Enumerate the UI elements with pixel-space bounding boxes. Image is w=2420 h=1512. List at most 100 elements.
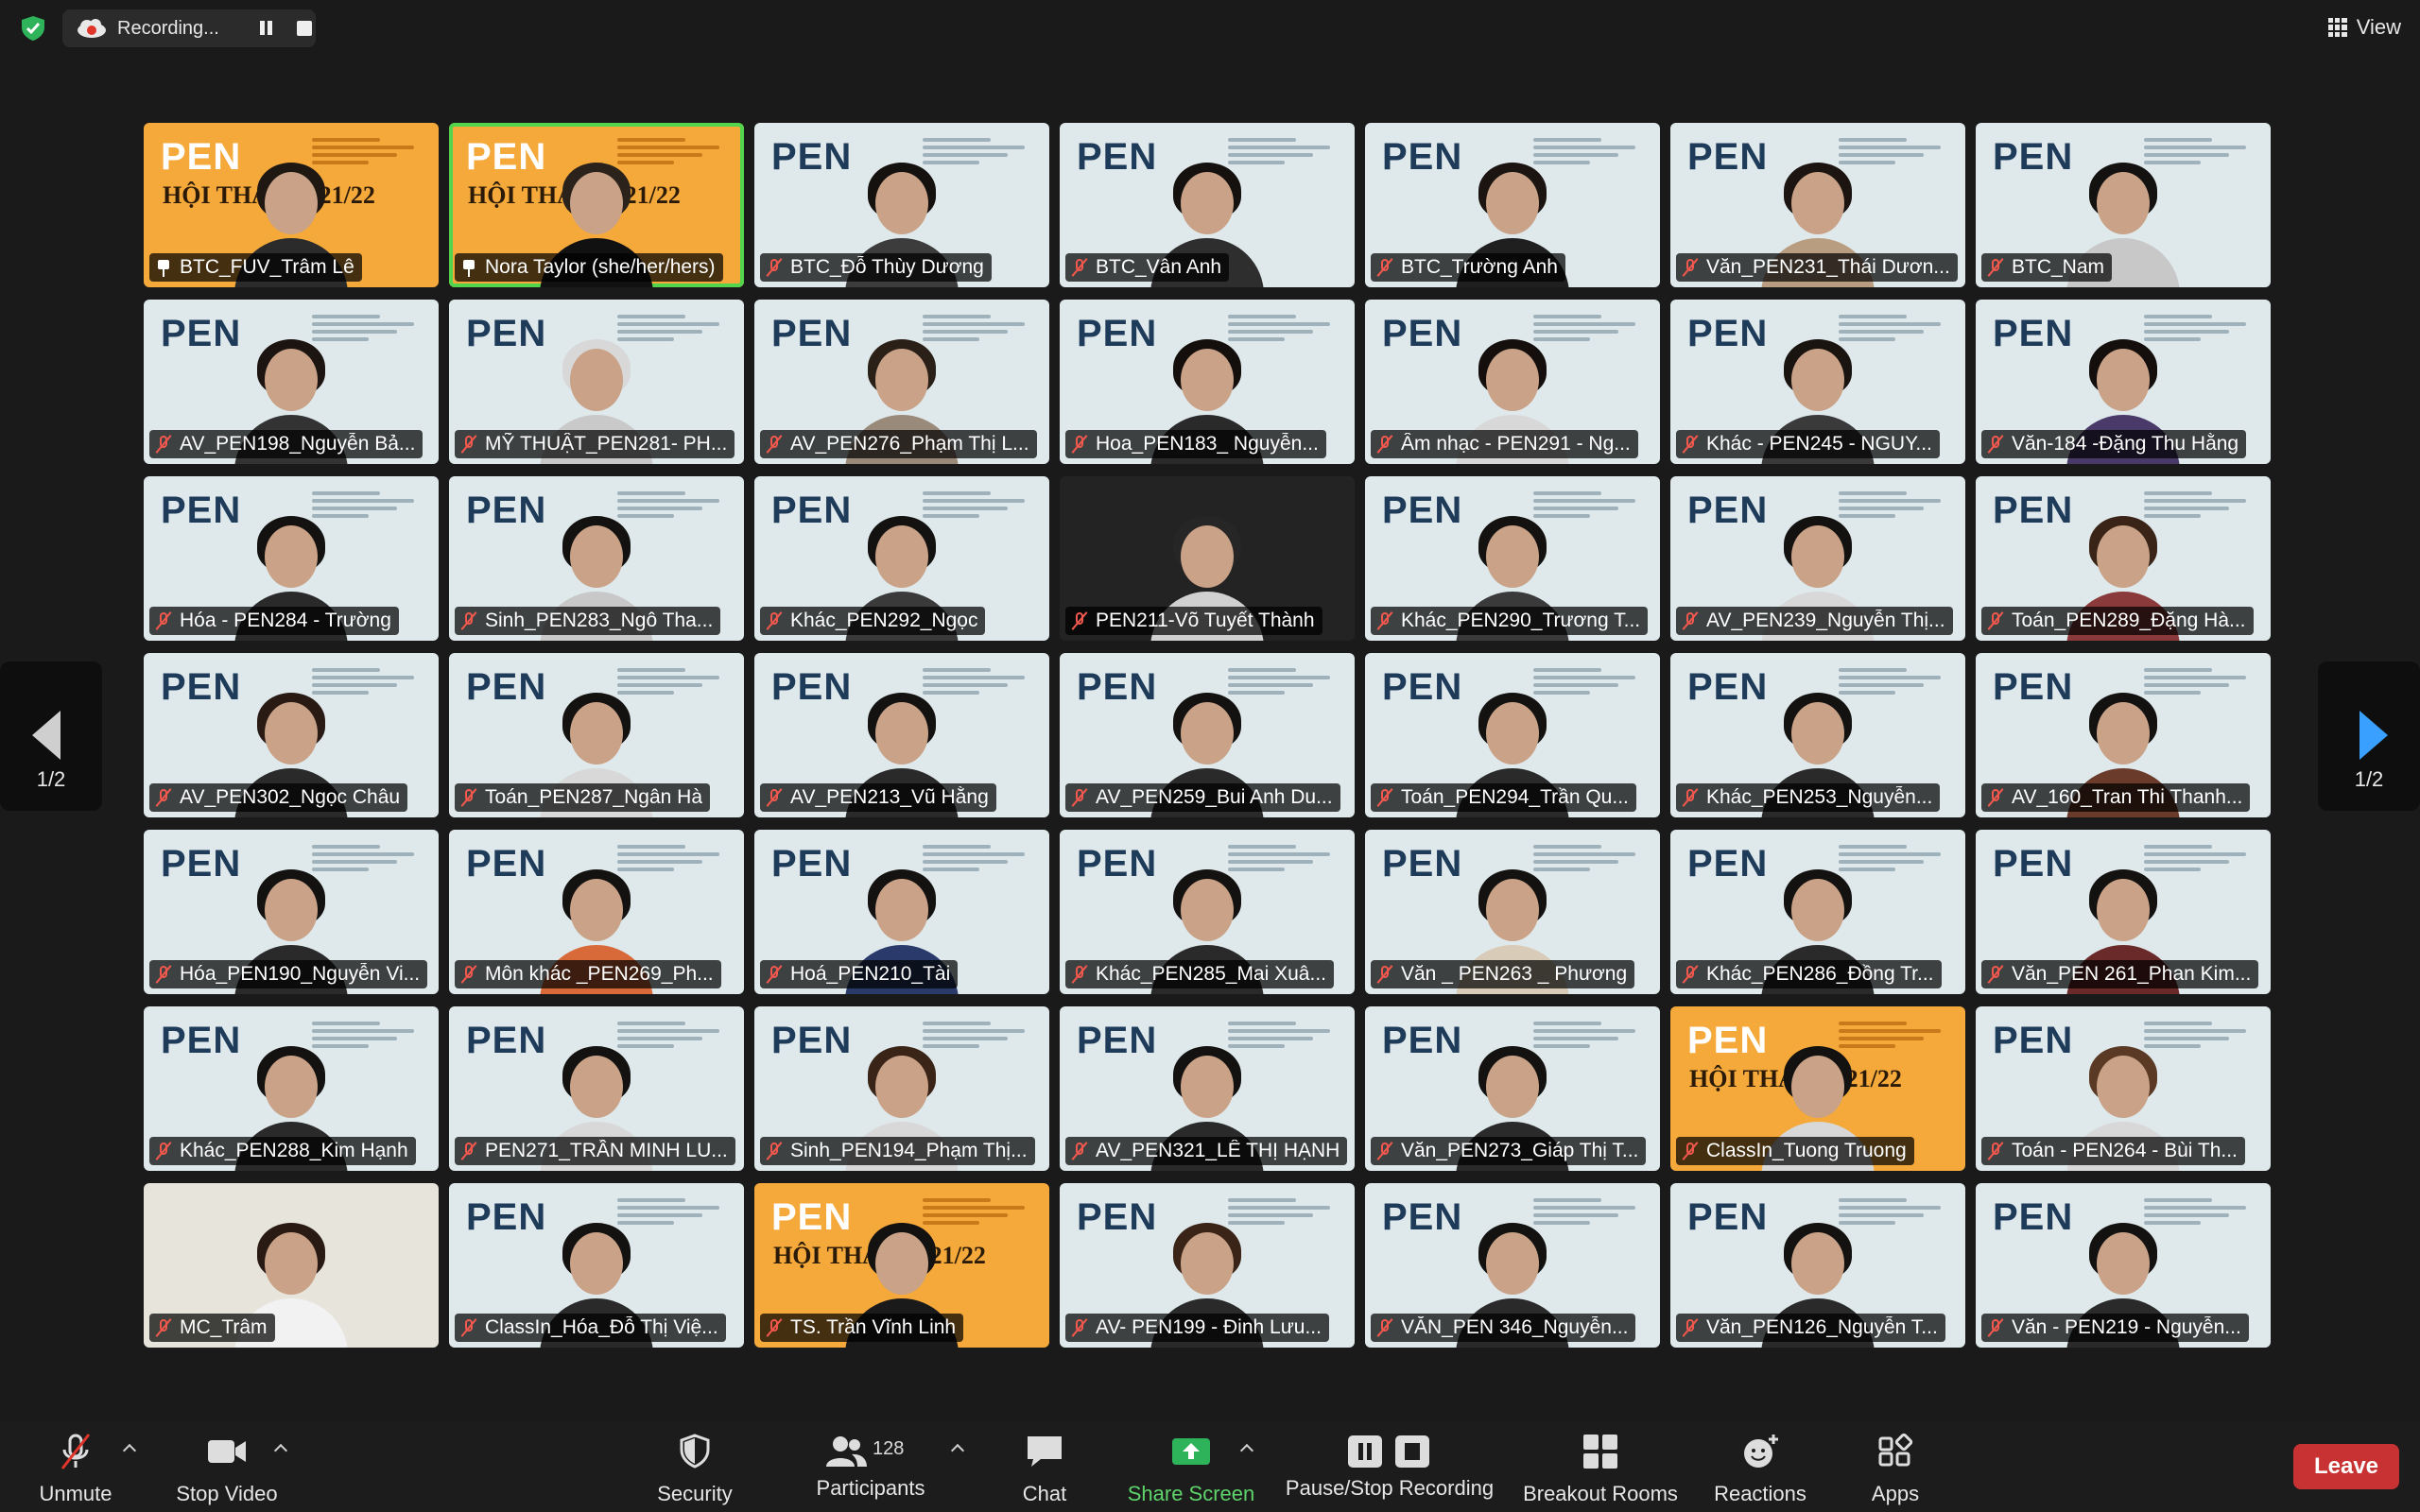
breakout-rooms-icon bbox=[1583, 1435, 1617, 1469]
mic-muted-icon bbox=[1985, 610, 2006, 631]
participant-video-tile[interactable]: PEN Khác_PEN253_Nguyễn... bbox=[1670, 653, 1965, 817]
participant-video-tile[interactable]: PEN AV_160_Tran Thi Thanh... bbox=[1976, 653, 2271, 817]
participant-video-tile[interactable]: PEN HỘI THẢO 2021/22 ClassIn_Tuong Truong bbox=[1670, 1006, 1965, 1171]
participant-video-tile[interactable]: PEN211-Võ Tuyết Thành bbox=[1060, 476, 1355, 641]
share-screen-button[interactable]: Share Screen bbox=[1125, 1433, 1257, 1508]
participant-name: Hoá_PEN210_Tài bbox=[790, 963, 951, 985]
view-button[interactable]: View bbox=[2327, 13, 2401, 42]
unmute-button[interactable]: Unmute bbox=[32, 1433, 119, 1508]
participant-video-tile[interactable]: PEN Sinh_PEN283_Ngô Tha... bbox=[449, 476, 744, 641]
stop-video-button[interactable]: Stop Video bbox=[170, 1433, 284, 1508]
participant-video-tile[interactable]: PEN AV_PEN239_Nguyễn Thị... bbox=[1670, 476, 1965, 641]
participant-video-tile[interactable]: PEN Sinh_PEN194_Phạm Thị... bbox=[754, 1006, 1049, 1171]
participant-video-tile[interactable]: PEN AV_PEN321_LÊ THỊ HẠNH bbox=[1060, 1006, 1355, 1171]
encryption-shield-icon[interactable] bbox=[19, 14, 47, 43]
participant-video-tile[interactable]: PEN AV_PEN276_Phạm Thị L... bbox=[754, 300, 1049, 464]
chevron-right-icon bbox=[2360, 711, 2388, 760]
participant-name: AV_PEN259_Bui Anh Du... bbox=[1096, 786, 1333, 808]
participant-video-tile[interactable]: PEN BTC_Vân Anh bbox=[1060, 123, 1355, 287]
participant-video-tile[interactable]: PEN HỘI THẢO 2021/22 Nora Taylor (she/her/… bbox=[449, 123, 744, 287]
previous-page-button[interactable]: 1/2 bbox=[0, 662, 102, 811]
participant-video-tile[interactable]: PEN Khác_PEN286_Đồng Tr... bbox=[1670, 830, 1965, 994]
breakout-rooms-button[interactable]: Breakout Rooms bbox=[1522, 1433, 1679, 1508]
participant-video-tile[interactable]: PEN AV_PEN259_Bui Anh Du... bbox=[1060, 653, 1355, 817]
pause-stop-recording-button[interactable]: Pause/Stop Recording bbox=[1282, 1433, 1497, 1508]
participant-name: Khác_PEN253_Nguyễn... bbox=[1706, 786, 1933, 808]
participant-video-tile[interactable]: PEN Hóa_PEN190_Nguyễn Vi... bbox=[144, 830, 439, 994]
mic-muted-icon bbox=[1680, 964, 1701, 985]
participant-video-tile[interactable]: PEN Toán_PEN294_Trần Qu... bbox=[1365, 653, 1660, 817]
participant-name-tag: ClassIn_Tuong Truong bbox=[1676, 1137, 1914, 1165]
leave-button[interactable]: Leave bbox=[2293, 1444, 2399, 1489]
participant-name: Toán_PEN294_Trần Qu... bbox=[1401, 786, 1629, 808]
participant-video-tile[interactable]: PEN Văn - PEN219 - Nguyễn... bbox=[1976, 1183, 2271, 1348]
participant-video-tile[interactable]: PEN Khác_PEN292_Ngọc bbox=[754, 476, 1049, 641]
participant-video-tile[interactable]: PEN Văn_PEN 261_Phan Kim... bbox=[1976, 830, 2271, 994]
participant-name-tag: Nora Taylor (she/her/hers) bbox=[455, 253, 723, 282]
participant-video-tile[interactable]: PEN Văn_PEN126_Nguyễn T... bbox=[1670, 1183, 1965, 1348]
participant-video-tile[interactable]: PEN AV_PEN213_Vũ Hằng bbox=[754, 653, 1049, 817]
reactions-button[interactable]: Reactions bbox=[1713, 1433, 1807, 1508]
stop-recording-icon[interactable] bbox=[297, 21, 312, 36]
participant-video-tile[interactable]: PEN Văn_PEN231_Thái Dươn... bbox=[1670, 123, 1965, 287]
participant-video-tile[interactable]: PEN BTC_Đỗ Thùy Dương bbox=[754, 123, 1049, 287]
participant-video-tile[interactable]: PEN VĂN_PEN 346_Nguyễn... bbox=[1365, 1183, 1660, 1348]
participant-name: AV_PEN239_Nguyễn Thị... bbox=[1706, 610, 1945, 631]
participant-video-tile[interactable]: PEN Âm nhạc - PEN291 - Ng... bbox=[1365, 300, 1660, 464]
participant-video-tile[interactable]: PEN Toán - PEN264 - Bùi Th... bbox=[1976, 1006, 2271, 1171]
participant-video-tile[interactable]: PEN AV_PEN302_Ngọc Châu bbox=[144, 653, 439, 817]
participant-name-tag: AV- PEN199 - Đinh Lưu... bbox=[1065, 1314, 1329, 1342]
next-page-button[interactable]: 1/2 bbox=[2318, 662, 2420, 811]
participant-video-tile[interactable]: PEN HỘI THẢO 2021/22 TS. Trần Vĩnh Linh bbox=[754, 1183, 1049, 1348]
participant-video-tile[interactable]: PEN Hoá_PEN210_Tài bbox=[754, 830, 1049, 994]
participant-video-tile[interactable]: PEN MỸ THUẬT_PEN281- PH... bbox=[449, 300, 744, 464]
apps-button[interactable]: Apps bbox=[1862, 1433, 1928, 1508]
participant-video-tile[interactable]: PEN HỘI THẢO 2021/22 BTC_FUV_Trâm Lê bbox=[144, 123, 439, 287]
audio-options-caret[interactable] bbox=[123, 1442, 134, 1453]
participant-name: AV_PEN276_Phạm Thị L... bbox=[790, 433, 1029, 455]
participant-video-tile[interactable]: PEN PEN271_TRẦN MINH LU... bbox=[449, 1006, 744, 1171]
participant-video-tile[interactable]: PEN BTC_Trường Anh bbox=[1365, 123, 1660, 287]
participant-name-tag: Văn-184 -Đặng Thu Hằng bbox=[1981, 430, 2247, 458]
participant-name-tag: Toán_PEN294_Trần Qu... bbox=[1371, 783, 1636, 812]
participant-video-tile[interactable]: PEN Hóa - PEN284 - Trường bbox=[144, 476, 439, 641]
participant-name: AV_PEN321_LÊ THỊ HẠNH bbox=[1096, 1140, 1340, 1161]
participant-video-tile[interactable]: PEN Khác_PEN285_Mai Xuâ... bbox=[1060, 830, 1355, 994]
participant-name-tag: AV_160_Tran Thi Thanh... bbox=[1981, 783, 2251, 812]
mic-muted-icon bbox=[1069, 257, 1090, 278]
participant-name: MC_Trâm bbox=[180, 1316, 268, 1338]
security-button[interactable]: Security bbox=[652, 1433, 737, 1508]
participant-name: Văn_PEN273_Giáp Thị T... bbox=[1401, 1140, 1639, 1161]
chat-button[interactable]: Chat bbox=[1011, 1433, 1078, 1508]
mic-muted-icon bbox=[458, 964, 479, 985]
participants-options-caret[interactable] bbox=[951, 1442, 962, 1453]
participant-video-tile[interactable]: PEN Môn khác _PEN269_Ph... bbox=[449, 830, 744, 994]
participant-video-tile[interactable]: PEN Khác_PEN288_Kim Hạnh bbox=[144, 1006, 439, 1171]
mic-muted-icon bbox=[764, 787, 785, 808]
participant-video-tile[interactable]: MC_Trâm bbox=[144, 1183, 439, 1348]
participant-video-tile[interactable]: PEN Toán_PEN287_Ngân Hà bbox=[449, 653, 744, 817]
participant-video-tile[interactable]: PEN Khác_PEN290_Trương T... bbox=[1365, 476, 1660, 641]
participant-name: AV_160_Tran Thi Thanh... bbox=[2012, 786, 2243, 808]
mic-muted-icon bbox=[458, 610, 479, 631]
participant-video-tile[interactable]: PEN AV- PEN199 - Đinh Lưu... bbox=[1060, 1183, 1355, 1348]
mic-muted-icon bbox=[764, 434, 785, 455]
mic-muted-icon bbox=[458, 1317, 479, 1338]
apps-label: Apps bbox=[1871, 1482, 1920, 1505]
share-options-caret[interactable] bbox=[1240, 1442, 1252, 1453]
participant-name-tag: Sinh_PEN194_Phạm Thị... bbox=[760, 1137, 1035, 1165]
participant-video-tile[interactable]: PEN Khác - PEN245 - NGUY... bbox=[1670, 300, 1965, 464]
participant-video-tile[interactable]: PEN Văn_PEN273_Giáp Thị T... bbox=[1365, 1006, 1660, 1171]
participant-name: Âm nhạc - PEN291 - Ng... bbox=[1401, 433, 1631, 455]
participant-video-tile[interactable]: PEN Hoa_PEN183_ Nguyễn... bbox=[1060, 300, 1355, 464]
participant-video-tile[interactable]: PEN Văn _ PEN263 _ Phương bbox=[1365, 830, 1660, 994]
people-icon bbox=[826, 1436, 867, 1467]
participant-video-tile[interactable]: PEN Toán_PEN289_Đặng Hà... bbox=[1976, 476, 2271, 641]
participants-button[interactable]: 128 Participants bbox=[811, 1433, 930, 1508]
video-options-caret[interactable] bbox=[274, 1442, 285, 1453]
participant-video-tile[interactable]: PEN AV_PEN198_Nguyễn Bả... bbox=[144, 300, 439, 464]
participant-video-tile[interactable]: PEN ClassIn_Hóa_Đỗ Thị Việ... bbox=[449, 1183, 744, 1348]
pause-recording-icon[interactable] bbox=[257, 19, 276, 38]
participant-video-tile[interactable]: PEN BTC_Nam bbox=[1976, 123, 2271, 287]
participant-video-tile[interactable]: PEN Văn-184 -Đặng Thu Hằng bbox=[1976, 300, 2271, 464]
